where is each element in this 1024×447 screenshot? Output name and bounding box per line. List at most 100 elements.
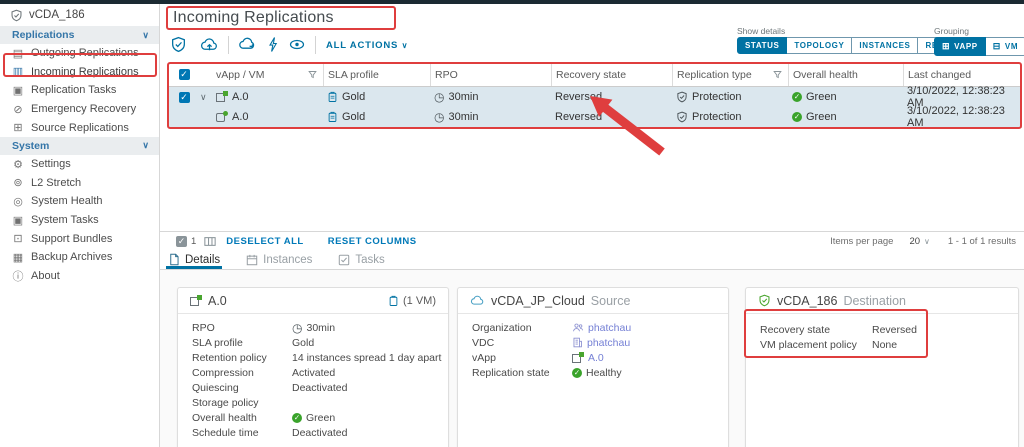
- sidebar-item-source-replications[interactable]: ⊞Source Replications: [0, 118, 159, 137]
- eye-icon: [288, 36, 306, 53]
- vdc-link[interactable]: phatchau: [587, 337, 630, 349]
- sidebar-item-outgoing-replications[interactable]: ▤Outgoing Replications: [0, 44, 159, 63]
- sidebar-item-incoming-replications[interactable]: ▥Incoming Replications: [0, 63, 159, 82]
- healthy-green-icon: ✓: [572, 368, 582, 378]
- detail-row-vapp: vAppA.0: [458, 350, 728, 365]
- instances-calendar-icon: [246, 254, 258, 266]
- sidebar-item-l2-stretch[interactable]: ⊚L2 Stretch: [0, 174, 159, 193]
- column-header-replication-type[interactable]: Replication type: [672, 63, 788, 86]
- row-checkbox[interactable]: ✓: [179, 92, 190, 103]
- detail-row-rpo: RPO◷30min: [178, 320, 448, 335]
- source-card-header: vCDA_JP_Cloud Source: [458, 288, 728, 314]
- protection-shield-icon: [676, 91, 688, 103]
- system-tasks-icon: ▣: [12, 214, 24, 227]
- show-button[interactable]: [288, 36, 308, 54]
- chevron-down-icon: ∨: [142, 30, 149, 41]
- sidebar: vCDA_186 Replications ∨ ▤Outgoing Replic…: [0, 4, 160, 447]
- system-health-icon: ◎: [12, 195, 24, 208]
- source-card-subtitle: Source: [591, 294, 631, 308]
- filter-icon[interactable]: [773, 70, 782, 79]
- tab-instances[interactable]: Instances: [246, 250, 312, 269]
- sidebar-item-system-health[interactable]: ◎System Health: [0, 192, 159, 211]
- detail-row-vm-placement-policy: VM placement policyNone: [746, 337, 1018, 352]
- test-failover-button[interactable]: [238, 36, 258, 54]
- sync-now-button[interactable]: [266, 36, 286, 54]
- tab-details[interactable]: Details: [168, 250, 220, 269]
- vapp-link[interactable]: A.0: [588, 352, 604, 364]
- sidebar-item-about[interactable]: ⓘAbout: [0, 267, 159, 286]
- vapp-icon: [216, 91, 228, 103]
- sidebar-item-emergency-recovery[interactable]: ⊘Emergency Recovery: [0, 100, 159, 119]
- source-card-title: vCDA_JP_Cloud: [491, 294, 585, 308]
- select-all-checkbox[interactable]: ✓: [179, 69, 190, 80]
- vm-icon: ⊟: [993, 41, 1001, 52]
- table-row-vapp[interactable]: ✓ ∨ A.0 Gold ◷30min Reversed Protection …: [168, 87, 1022, 107]
- sidebar-item-system-tasks[interactable]: ▣System Tasks: [0, 211, 159, 230]
- column-header-recovery-state[interactable]: Recovery state: [551, 63, 672, 86]
- sidebar-item-settings[interactable]: ⚙Settings: [0, 155, 159, 174]
- deselect-all-button[interactable]: DESELECT ALL: [226, 236, 303, 247]
- detail-row-schedule-time: Schedule timeDeactivated: [178, 425, 448, 440]
- vapp-card-header: A.0 (1 VM): [178, 288, 448, 314]
- detail-row-quiescing: QuiescingDeactivated: [178, 380, 448, 395]
- failover-button[interactable]: [200, 36, 220, 54]
- show-details-status-button[interactable]: STATUS: [737, 37, 787, 54]
- destination-card-header: vCDA_186 Destination: [746, 288, 1018, 314]
- grouping-vapp-button[interactable]: ⊞VAPP: [934, 37, 986, 56]
- column-header-last-changed[interactable]: Last changed: [903, 63, 1022, 86]
- reset-columns-button[interactable]: RESET COLUMNS: [328, 236, 417, 247]
- all-actions-button[interactable]: ALL ACTIONS ∨: [326, 40, 408, 51]
- vm-doc-icon: [388, 295, 399, 307]
- vm-icon: [216, 111, 228, 123]
- tab-tasks[interactable]: Tasks: [338, 250, 384, 269]
- shield-check-green-icon: [758, 294, 771, 307]
- column-header-vapp-vm[interactable]: vApp / VM: [212, 63, 323, 86]
- source-card: vCDA_JP_Cloud Source Organizationphatcha…: [457, 287, 729, 447]
- vcda-app: vCDA_186 Replications ∨ ▤Outgoing Replic…: [0, 0, 1024, 447]
- vapp-icon: [190, 295, 202, 307]
- sla-profile-icon: [327, 91, 338, 103]
- columns-icon[interactable]: [204, 236, 216, 247]
- replications-table: ✓ vApp / VM SLA profile RPO Recovery sta…: [168, 63, 1022, 128]
- l2-stretch-icon: ⊚: [12, 176, 24, 189]
- grouping-vm-button[interactable]: ⊟VM: [986, 37, 1024, 56]
- health-green-icon: ✓: [792, 112, 802, 122]
- table-row-vm[interactable]: A.0 Gold ◷30min Reversed Protection ✓Gre…: [168, 107, 1022, 128]
- filter-icon[interactable]: [308, 70, 317, 79]
- show-details-topology-button[interactable]: TOPOLOGY: [787, 37, 852, 54]
- sidebar-section-system[interactable]: System ∨: [0, 137, 159, 155]
- clock-icon: ◷: [434, 112, 444, 122]
- cloud-sync-icon: [238, 36, 257, 53]
- sidebar-section-replications[interactable]: Replications ∨: [0, 26, 159, 44]
- column-header-sla-profile[interactable]: SLA profile: [323, 63, 430, 86]
- vapp-card-title: A.0: [208, 294, 227, 308]
- chevron-down-icon: ∨: [142, 140, 149, 151]
- column-header-overall-health[interactable]: Overall health: [788, 63, 903, 86]
- cloud-icon: [470, 294, 485, 307]
- section-label: System: [12, 140, 49, 152]
- chevron-down-icon[interactable]: ∨: [924, 237, 930, 246]
- clock-icon: ◷: [434, 92, 444, 102]
- organization-link[interactable]: phatchau: [588, 322, 631, 334]
- chevron-down-icon: ∨: [402, 41, 409, 50]
- collapse-row-icon[interactable]: ∨: [200, 92, 207, 103]
- show-details-instances-button[interactable]: INSTANCES: [852, 37, 918, 54]
- lightning-icon: [266, 36, 280, 53]
- sla-profile-icon: [327, 111, 338, 123]
- vm-count-badge: (1 VM): [403, 295, 436, 307]
- recovery-state-value: Reversed: [555, 111, 602, 123]
- sidebar-item-backup-archives[interactable]: ▦Backup Archives: [0, 248, 159, 267]
- detail-row-storage-policy: Storage policy: [178, 395, 448, 410]
- toolbar-divider: [315, 36, 316, 54]
- column-header-rpo[interactable]: RPO: [430, 63, 551, 86]
- page-title: Incoming Replications: [173, 9, 334, 27]
- grouping-group: ⊞VAPP ⊟VM: [934, 37, 1024, 56]
- pause-replication-button[interactable]: [170, 36, 190, 54]
- sidebar-item-replication-tasks[interactable]: ▣Replication Tasks: [0, 81, 159, 100]
- detail-row-compression: CompressionActivated: [178, 365, 448, 380]
- shield-check-icon: [170, 36, 187, 53]
- sidebar-item-host[interactable]: vCDA_186: [0, 4, 159, 26]
- vapp-icon: ⊞: [942, 41, 950, 52]
- items-per-page-select[interactable]: 20: [909, 236, 920, 247]
- sidebar-item-support-bundles[interactable]: ⊡Support Bundles: [0, 229, 159, 248]
